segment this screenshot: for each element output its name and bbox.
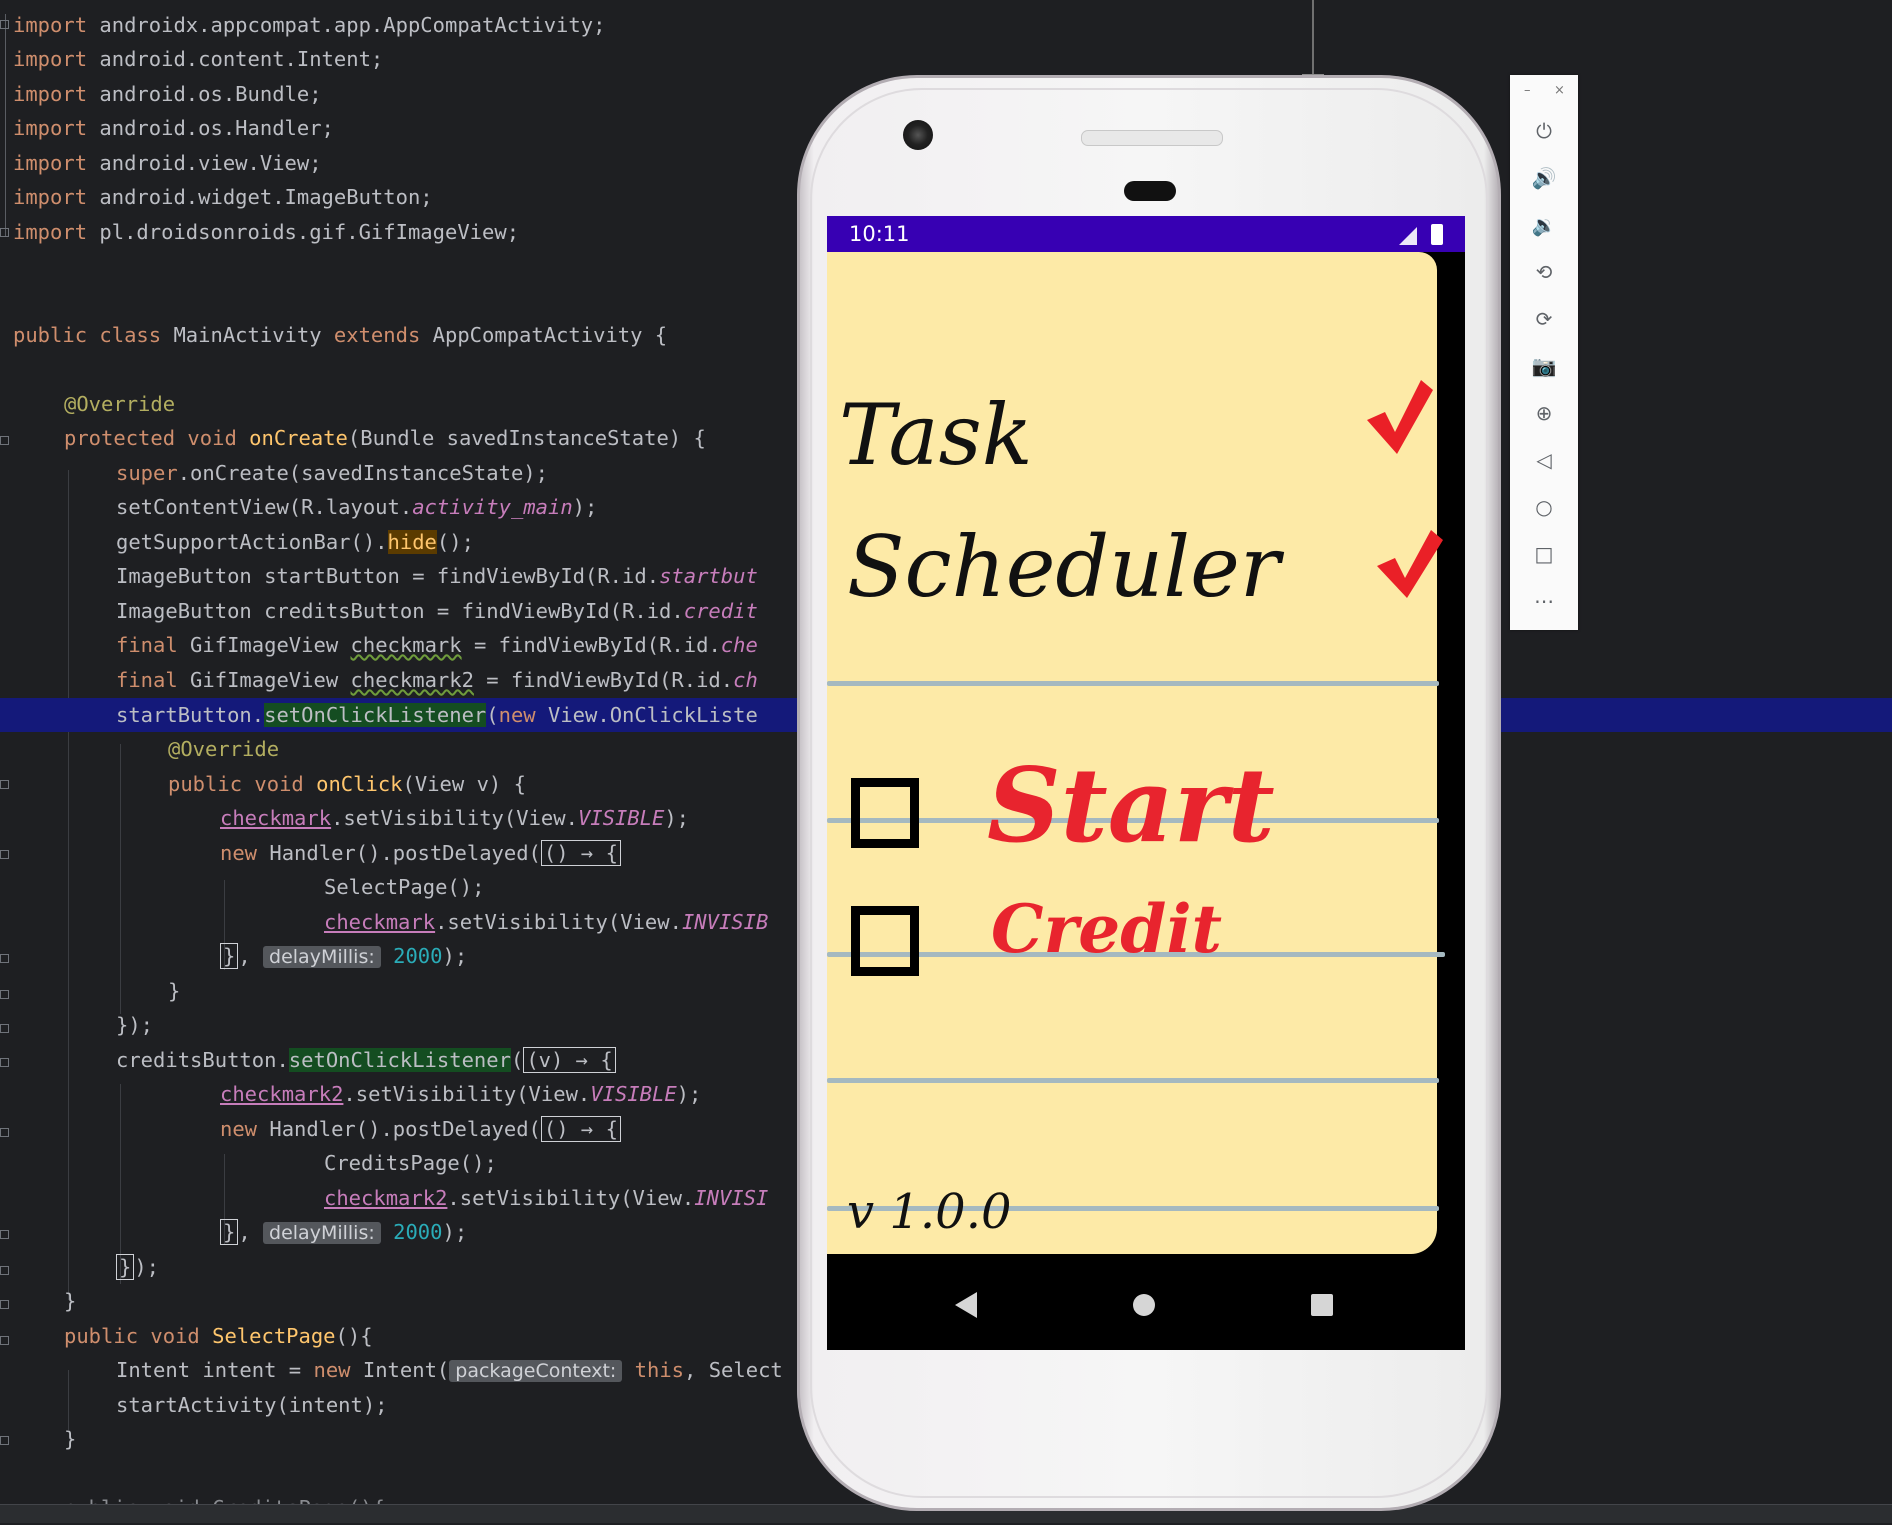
code-line[interactable]: public void SelectPage(){ bbox=[64, 1319, 373, 1353]
code-line[interactable]: import android.content.Intent; bbox=[13, 42, 383, 76]
status-bar: 10:11 bbox=[827, 216, 1465, 252]
zoom-icon[interactable]: ⊕ bbox=[1530, 399, 1558, 427]
code-line[interactable]: } bbox=[168, 974, 180, 1008]
code-line[interactable]: creditsButton.setOnClickListener((v) → { bbox=[116, 1043, 616, 1077]
note-rule bbox=[827, 1078, 1439, 1083]
checkmark-icon bbox=[1377, 530, 1443, 598]
navigation-bar bbox=[827, 1254, 1465, 1350]
start-button[interactable]: Start bbox=[987, 746, 1275, 866]
fold-marker[interactable] bbox=[0, 1230, 9, 1239]
credit-checkbox[interactable] bbox=[851, 906, 919, 976]
code-line[interactable]: import android.os.Handler; bbox=[13, 111, 334, 145]
status-time: 10:11 bbox=[849, 222, 910, 246]
code-line[interactable]: public void onClick(View v) { bbox=[168, 767, 526, 801]
code-line[interactable]: @Override bbox=[64, 387, 175, 421]
home-icon[interactable]: ○ bbox=[1530, 493, 1558, 521]
note-rule bbox=[827, 681, 1439, 686]
code-line[interactable]: protected void onCreate(Bundle savedInst… bbox=[64, 421, 706, 455]
code-line[interactable]: final GifImageView checkmark = findViewB… bbox=[116, 628, 758, 662]
front-camera bbox=[903, 120, 933, 150]
code-line[interactable]: import android.view.View; bbox=[13, 146, 322, 180]
volume-up-icon[interactable]: 🔊 bbox=[1530, 164, 1558, 192]
code-line[interactable]: setContentView(R.layout.activity_main); bbox=[116, 490, 597, 524]
indent-guide bbox=[68, 1370, 69, 1430]
fold-marker[interactable] bbox=[0, 954, 9, 963]
code-line[interactable]: }, delayMillis: 2000); bbox=[220, 1215, 467, 1249]
param-hint: packageContext: bbox=[449, 1360, 623, 1382]
code-line[interactable]: super.onCreate(savedInstanceState); bbox=[116, 456, 548, 490]
indent-guide bbox=[68, 470, 69, 1300]
code-line[interactable]: checkmark2.setVisibility(View.INVISI bbox=[324, 1181, 768, 1215]
code-line[interactable]: ImageButton creditsButton = findViewById… bbox=[116, 594, 758, 628]
code-line[interactable]: CreditsPage(); bbox=[324, 1146, 497, 1180]
nav-home-icon[interactable] bbox=[1133, 1294, 1155, 1316]
code-line[interactable]: startActivity(intent); bbox=[116, 1388, 388, 1422]
battery-icon bbox=[1431, 224, 1443, 245]
code-line[interactable]: import androidx.appcompat.app.AppCompatA… bbox=[13, 8, 605, 42]
code-line[interactable]: @Override bbox=[168, 732, 279, 766]
signal-icon bbox=[1399, 227, 1417, 245]
code-line[interactable]: ImageButton startButton = findViewById(R… bbox=[116, 559, 758, 593]
fold-marker[interactable] bbox=[0, 1058, 9, 1067]
fold-marker[interactable] bbox=[0, 850, 9, 859]
power-icon[interactable]: ⏻ bbox=[1530, 117, 1558, 145]
param-hint: delayMillis: bbox=[263, 946, 381, 968]
code-line[interactable]: }, delayMillis: 2000); bbox=[220, 939, 467, 973]
overview-icon[interactable]: □ bbox=[1530, 540, 1558, 568]
code-line[interactable]: new Handler().postDelayed(() → { bbox=[220, 1112, 621, 1146]
fold-marker[interactable] bbox=[0, 1436, 9, 1445]
checkmark-icon bbox=[1367, 380, 1433, 454]
more-icon[interactable]: ⋯ bbox=[1530, 587, 1558, 615]
emulator-toolbar: – × ⏻ 🔊 🔉 ⟲ ⟳ 📷 ⊕ ◁ ○ □ ⋯ bbox=[1510, 75, 1578, 630]
fold-marker[interactable] bbox=[0, 1024, 9, 1033]
code-line[interactable]: checkmark2.setVisibility(View.VISIBLE); bbox=[220, 1077, 701, 1111]
code-line[interactable]: final GifImageView checkmark2 = findView… bbox=[116, 663, 758, 697]
param-hint: delayMillis: bbox=[263, 1222, 381, 1244]
fold-marker[interactable] bbox=[0, 436, 9, 445]
fold-marker[interactable] bbox=[0, 990, 9, 999]
code-line[interactable]: import android.widget.ImageButton; bbox=[13, 180, 433, 214]
code-line[interactable]: public class MainActivity extends AppCom… bbox=[13, 318, 667, 352]
code-line[interactable]: }); bbox=[116, 1008, 153, 1042]
fold-marker[interactable] bbox=[0, 1336, 9, 1345]
fold-marker[interactable] bbox=[0, 780, 9, 789]
start-checkbox[interactable] bbox=[851, 778, 919, 848]
code-line[interactable]: import pl.droidsonroids.gif.GifImageView… bbox=[13, 215, 519, 249]
emulator-frame-line bbox=[1312, 0, 1314, 78]
back-icon[interactable]: ◁ bbox=[1530, 446, 1558, 474]
volume-down-icon[interactable]: 🔉 bbox=[1530, 211, 1558, 239]
earpiece-speaker bbox=[1081, 130, 1223, 146]
rotate-left-icon[interactable]: ⟲ bbox=[1530, 258, 1558, 286]
code-line[interactable]: } bbox=[64, 1422, 76, 1456]
code-line[interactable]: }); bbox=[116, 1250, 159, 1284]
code-line[interactable]: } bbox=[64, 1284, 76, 1318]
code-line[interactable]: import android.os.Bundle; bbox=[13, 77, 322, 111]
fold-marker[interactable] bbox=[0, 228, 9, 237]
code-line[interactable]: SelectPage(); bbox=[324, 870, 484, 904]
minimize-button[interactable]: – bbox=[1524, 83, 1531, 98]
close-button[interactable]: × bbox=[1554, 83, 1565, 98]
camera-icon[interactable]: 📷 bbox=[1530, 352, 1558, 380]
version-label: v 1.0.0 bbox=[847, 1184, 1012, 1240]
code-line[interactable]: new Handler().postDelayed(() → { bbox=[220, 836, 621, 870]
fold-guide bbox=[5, 14, 6, 236]
code-line[interactable]: startButton.setOnClickListener(new View.… bbox=[116, 698, 758, 732]
nav-back-icon[interactable] bbox=[955, 1292, 977, 1318]
title-task: Task bbox=[839, 386, 1033, 484]
code-line[interactable]: checkmark.setVisibility(View.VISIBLE); bbox=[220, 801, 689, 835]
code-line[interactable]: getSupportActionBar().hide(); bbox=[116, 525, 474, 559]
indent-guide bbox=[120, 744, 121, 1014]
rotate-right-icon[interactable]: ⟳ bbox=[1530, 305, 1558, 333]
fold-marker[interactable] bbox=[0, 20, 9, 29]
device-screen[interactable]: 10:11 Task Scheduler Start Credit v 1.0.… bbox=[827, 216, 1465, 1350]
credit-button[interactable]: Credit bbox=[991, 890, 1222, 968]
title-scheduler: Scheduler bbox=[847, 518, 1281, 616]
fold-marker[interactable] bbox=[0, 1128, 9, 1137]
code-line[interactable]: checkmark.setVisibility(View.INVISIB bbox=[324, 905, 768, 939]
nav-recents-icon[interactable] bbox=[1311, 1294, 1333, 1316]
fold-marker[interactable] bbox=[0, 1300, 9, 1309]
code-line[interactable]: Intent intent = new Intent(packageContex… bbox=[116, 1353, 783, 1387]
fold-marker[interactable] bbox=[0, 1266, 9, 1275]
proximity-sensor bbox=[1124, 181, 1176, 201]
